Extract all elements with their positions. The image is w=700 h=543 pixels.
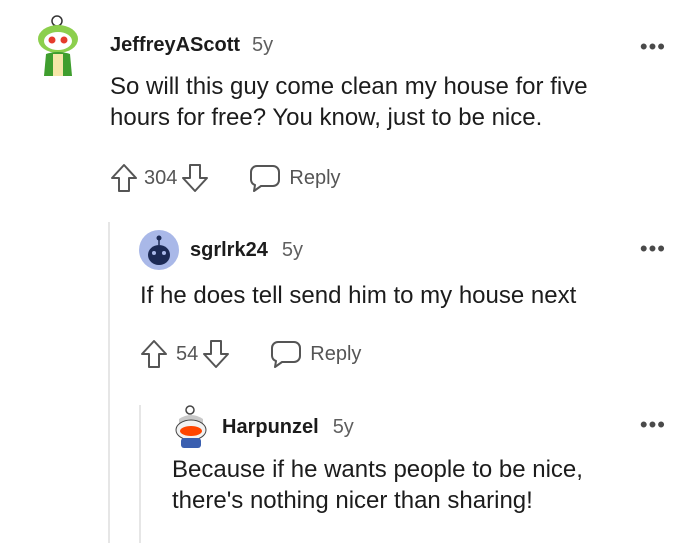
comment-username[interactable]: sgrlrk24 bbox=[190, 239, 268, 262]
reply-label: Reply bbox=[289, 166, 341, 189]
avatar[interactable] bbox=[139, 230, 179, 270]
comment-body-line: So will this guy come clean my house for… bbox=[110, 73, 588, 100]
comment-body: Because if he wants people to be nice, t… bbox=[172, 454, 682, 516]
comment-body: If he does tell send him to my house nex… bbox=[140, 280, 680, 311]
upvote-arrow-icon bbox=[111, 164, 137, 192]
avatar[interactable] bbox=[36, 12, 80, 78]
more-options-button[interactable]: ••• bbox=[640, 412, 666, 438]
avatar[interactable] bbox=[173, 405, 209, 449]
snoo-green-avatar-icon bbox=[38, 15, 78, 76]
speech-bubble-icon bbox=[250, 165, 281, 192]
downvote-arrow-icon bbox=[182, 164, 209, 192]
snoo-default-avatar-icon bbox=[139, 230, 179, 270]
downvote-button[interactable] bbox=[181, 162, 209, 194]
comment-body: So will this guy come clean my house for… bbox=[110, 71, 680, 133]
speech-bubble-icon bbox=[271, 341, 302, 368]
more-options-button[interactable]: ••• bbox=[640, 236, 666, 262]
comment-body-line: If he does tell send him to my house nex… bbox=[140, 282, 577, 309]
thread-line-level-2[interactable] bbox=[139, 405, 141, 543]
more-options-button[interactable]: ••• bbox=[640, 34, 666, 60]
reply-button[interactable]: Reply bbox=[270, 339, 361, 369]
downvote-arrow-icon bbox=[203, 340, 230, 368]
vote-count: 54 bbox=[176, 342, 199, 365]
downvote-button[interactable] bbox=[202, 338, 230, 370]
comment-username[interactable]: Harpunzel bbox=[222, 416, 319, 439]
upvote-button[interactable] bbox=[110, 162, 138, 194]
comment-actions: 304 Reply bbox=[110, 162, 341, 194]
comment-age[interactable]: 5y bbox=[282, 239, 303, 262]
comment-age[interactable]: 5y bbox=[333, 416, 354, 439]
thread-line-level-1[interactable] bbox=[108, 222, 110, 543]
upvote-button[interactable] bbox=[140, 338, 168, 370]
comment-age[interactable]: 5y bbox=[252, 34, 273, 57]
snoo-orange-avatar-icon bbox=[175, 405, 207, 448]
comment-body-line: Because if he wants people to be nice, bbox=[172, 456, 583, 483]
comment-body-line: there's nothing nicer than sharing! bbox=[172, 487, 533, 514]
comment-username[interactable]: JeffreyAScott bbox=[110, 34, 240, 57]
reply-button[interactable]: Reply bbox=[249, 163, 341, 193]
comment-actions: 54 Reply bbox=[140, 338, 361, 370]
upvote-arrow-icon bbox=[141, 340, 167, 368]
vote-count: 304 bbox=[144, 166, 178, 189]
comment-body-line: hours for free? You know, just to be nic… bbox=[110, 104, 543, 131]
reply-label: Reply bbox=[310, 342, 362, 365]
